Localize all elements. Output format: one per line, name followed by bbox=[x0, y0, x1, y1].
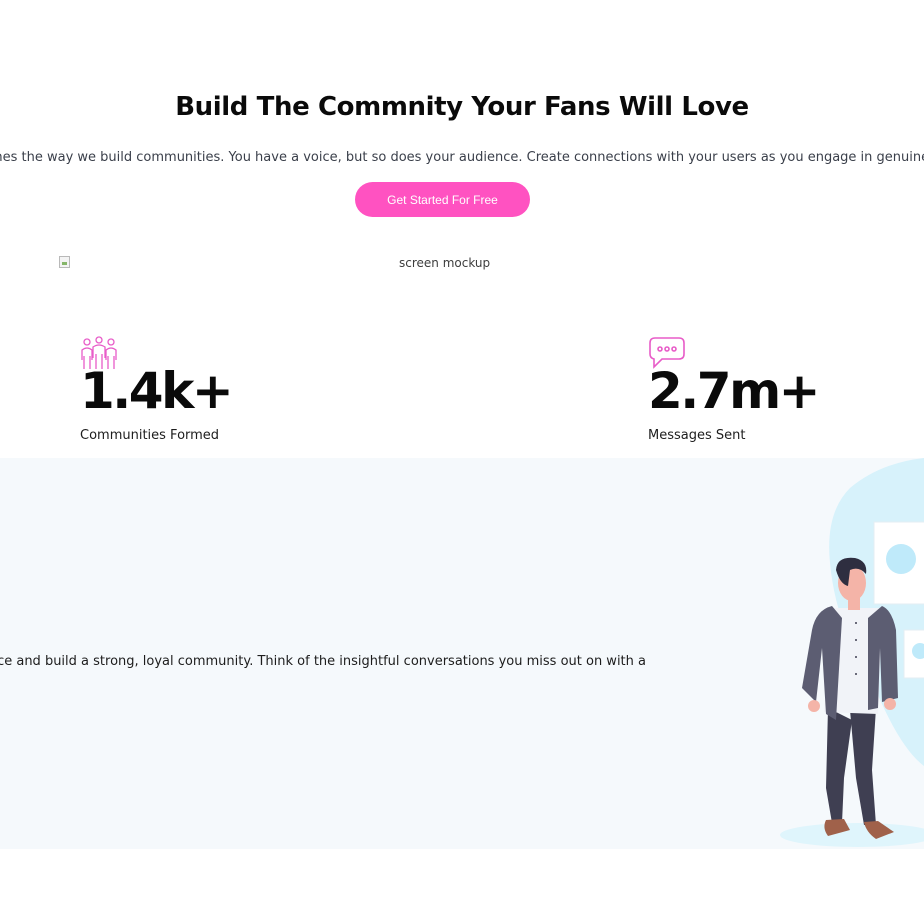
stat-value: 1.4k+ bbox=[80, 362, 234, 420]
hero-title: Build The Commnity Your Fans Will Love bbox=[175, 92, 749, 122]
man-standing-illustration bbox=[780, 458, 924, 847]
stat-label: Messages Sent bbox=[648, 428, 746, 443]
hero-subtitle: gines the way we build communities. You … bbox=[0, 150, 924, 165]
community-section: dience and build a strong, loyal communi… bbox=[0, 458, 924, 849]
community-icon bbox=[81, 336, 117, 369]
chat-bubble-icon bbox=[649, 337, 685, 369]
stat-communities: 1.4k+ Communities Formed bbox=[80, 336, 234, 443]
stat-label: Communities Formed bbox=[80, 428, 220, 443]
stat-value: 2.7m+ bbox=[648, 362, 821, 420]
broken-image-icon bbox=[59, 256, 70, 268]
section-text: dience and build a strong, loyal communi… bbox=[0, 654, 646, 669]
get-started-button[interactable]: Get Started For Free bbox=[355, 182, 530, 217]
screen-mockup-image: screen mockup bbox=[399, 256, 491, 270]
stat-messages: 2.7m+ Messages Sent bbox=[648, 336, 821, 443]
